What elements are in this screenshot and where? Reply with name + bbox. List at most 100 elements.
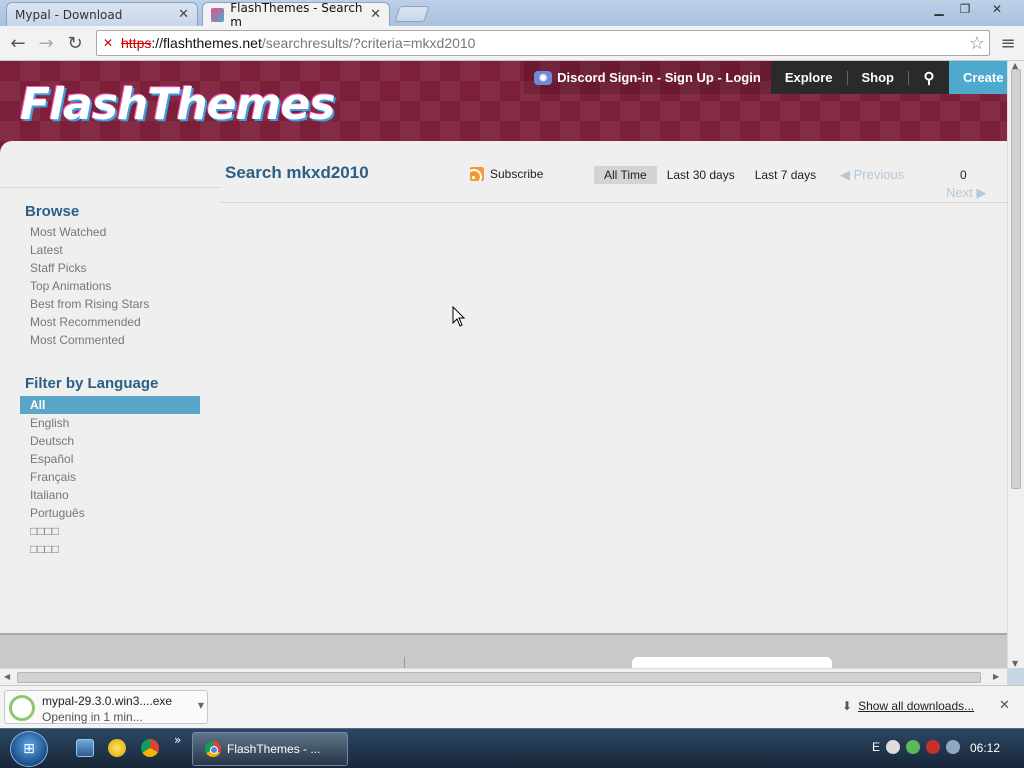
menu-icon[interactable]: ≡ [996,32,1020,54]
scroll-thumb[interactable] [1011,69,1021,489]
sidebar-item-most-commented[interactable]: Most Commented [30,331,149,349]
sidebar-item-top-animations[interactable]: Top Animations [30,277,149,295]
system-tray: E [872,740,961,754]
language-english[interactable]: English [20,414,200,432]
scroll-left-icon[interactable]: ◀ [4,672,10,681]
sidebar-item-latest[interactable]: Latest [30,241,149,259]
sidebar: Browse Most Watched Latest Staff Picks T… [0,141,220,631]
back-icon[interactable]: ← [6,32,30,54]
reload-icon[interactable]: ↻ [63,32,87,54]
minimize-icon[interactable]: ▁ [926,0,952,18]
download-item[interactable]: mypal-29.3.0.win3....exe Opening in 1 mi… [4,690,208,724]
subscribe-label: Subscribe [490,167,544,181]
create-button[interactable]: Create [949,61,1007,94]
tray-network-icon[interactable] [906,740,921,754]
sidebar-item-most-recommended[interactable]: Most Recommended [30,313,149,331]
close-icon[interactable]: ✕ [178,7,189,22]
filter-all-time[interactable]: All Time [594,166,657,184]
footer-divider [404,657,405,668]
filter-last-30-days[interactable]: Last 30 days [657,166,745,184]
chrome-icon [205,741,221,757]
vertical-scrollbar[interactable]: ▲ ▼ [1007,61,1024,668]
sidebar-item-rising-stars[interactable]: Best from Rising Stars [30,295,149,313]
messenger-icon[interactable] [108,739,126,757]
time-filter-group: All Time Last 30 days Last 7 days [594,166,826,184]
previous-link[interactable]: ◀ Previous [840,167,904,183]
divider [220,202,1007,203]
language-francais[interactable]: Français [20,468,200,486]
language-portugues[interactable]: Português [20,504,200,522]
subscribe-link[interactable]: Subscribe [470,167,543,181]
login-link[interactable]: Login [725,70,760,85]
language-all[interactable]: All [20,396,200,414]
address-bar[interactable]: ✕ https ://flashthemes.net /searchresult… [96,30,990,56]
tab-flashthemes[interactable]: FlashThemes - Search m ✕ [202,0,390,29]
site-footer [0,633,1007,668]
next-label: Next [946,185,973,200]
site-header: FlashThemes ◉ Discord Sign-in - Sign Up … [0,61,1007,141]
dropdown-arrow-icon[interactable]: ▼ [198,701,204,710]
tab-mypal[interactable]: Mypal - Download ✕ [6,2,198,26]
close-icon[interactable]: ✕ [370,7,381,22]
show-desktop-icon[interactable] [76,739,94,757]
scroll-down-icon[interactable]: ▼ [1012,659,1018,668]
rss-icon [470,167,484,181]
site-logo[interactable]: FlashThemes [20,79,335,130]
footer-widget [632,657,832,668]
taskbar-window-flashthemes[interactable]: FlashThemes - ... [192,732,348,766]
language-unknown-2[interactable]: □□□□ [20,540,200,558]
tray-volume-icon[interactable] [946,740,961,754]
insecure-lock-icon: ✕ [103,36,114,50]
close-icon[interactable]: ✕ [999,698,1010,713]
sidebar-item-staff-picks[interactable]: Staff Picks [30,259,149,277]
explore-link[interactable]: Explore [771,70,847,85]
language-italiano[interactable]: Italiano [20,486,200,504]
start-button[interactable]: ⊞ [10,731,48,767]
top-nav: ◉ Discord Sign-in - Sign Up - Login Expl… [524,61,1007,94]
horizontal-scrollbar[interactable]: ◀ ▶ [0,668,1007,685]
language-indicator[interactable]: E [872,740,880,754]
show-all-label: Show all downloads... [858,699,975,713]
tab-title: FlashThemes - Search m [230,0,363,29]
window-close-icon[interactable]: ✕ [984,0,1010,18]
discord-signin-link[interactable]: Discord Sign-in [557,70,653,85]
main-content: Search mkxd2010 Subscribe All Time Last … [220,141,1007,631]
tray-app-icon[interactable] [886,740,901,754]
url-path: /searchresults/?criteria=mkxd2010 [261,35,476,51]
language-deutsch[interactable]: Deutsch [20,432,200,450]
tray-security-icon[interactable] [926,740,941,754]
show-all-downloads-link[interactable]: ⬇ Show all downloads... [842,699,974,713]
previous-label: Previous [853,167,905,182]
chevron-left-icon: ◀ [840,167,850,182]
web-page: FlashThemes ◉ Discord Sign-in - Sign Up … [0,61,1007,668]
tab-title: Mypal - Download [15,7,123,22]
url-host: ://flashthemes.net [151,35,262,51]
download-status: Opening in 1 min... [42,710,143,724]
signup-link[interactable]: Sign Up [665,70,714,85]
language-unknown-1[interactable]: □□□□ [20,522,200,540]
language-espanol[interactable]: Español [20,450,200,468]
shop-link[interactable]: Shop [848,70,909,85]
clock[interactable]: 06:12 [970,741,1000,755]
sidebar-item-most-watched[interactable]: Most Watched [30,223,149,241]
download-arrow-icon: ⬇ [842,699,853,713]
chrome-icon[interactable] [141,739,159,757]
next-link[interactable]: Next ▶ [946,185,986,201]
taskbar: ⊞ » FlashThemes - ... E 06:12 [0,728,1024,768]
forward-icon[interactable]: → [34,32,58,54]
scroll-thumb[interactable] [17,672,981,683]
new-tab-button[interactable] [394,6,430,22]
flashthemes-favicon-icon [211,7,225,22]
bookmark-star-icon[interactable]: ☆ [969,33,985,54]
search-icon[interactable]: ⚲ [909,69,949,87]
browse-heading: Browse [25,203,80,220]
tab-bar: Mypal - Download ✕ FlashThemes - Search … [0,0,1024,29]
overflow-chevron-icon[interactable]: » [174,733,181,747]
divider [0,187,220,188]
filter-last-7-days[interactable]: Last 7 days [745,166,826,184]
taskbar-window-label: FlashThemes - ... [227,742,321,756]
restore-icon[interactable]: ❐ [952,0,978,18]
scroll-right-icon[interactable]: ▶ [993,672,999,681]
main-nav: Explore Shop ⚲ [770,61,949,94]
language-list: All English Deutsch Español Français Ita… [20,396,200,558]
